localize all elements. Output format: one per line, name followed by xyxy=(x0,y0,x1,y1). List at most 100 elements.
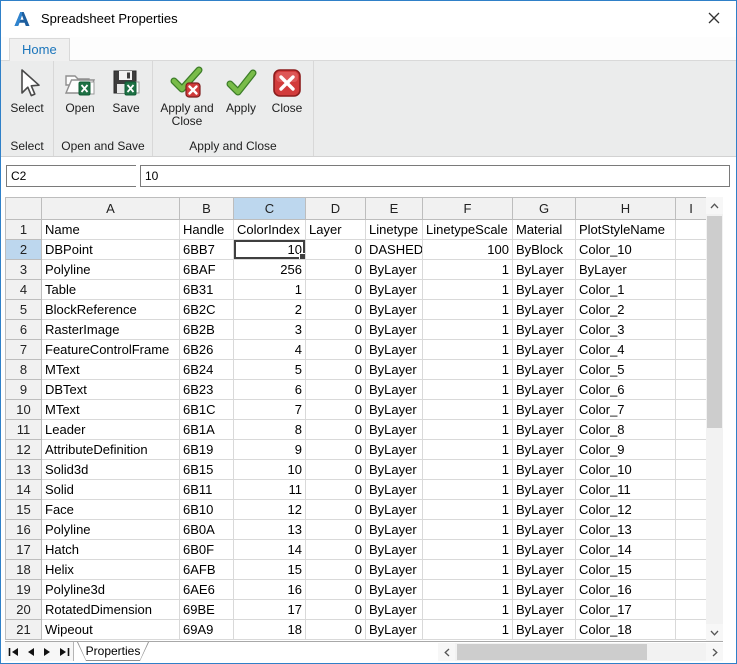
cell-G20[interactable]: ByLayer xyxy=(512,599,576,620)
cell-H20[interactable]: Color_17 xyxy=(575,599,676,620)
close-button[interactable]: Close xyxy=(266,66,308,128)
cell-H12[interactable]: Color_9 xyxy=(575,439,676,460)
cell-G3[interactable]: ByLayer xyxy=(512,259,576,280)
cell-G15[interactable]: ByLayer xyxy=(512,499,576,520)
column-header-C[interactable]: C xyxy=(233,197,306,220)
cell-E5[interactable]: ByLayer xyxy=(365,299,423,320)
cell-D14[interactable]: 0 xyxy=(305,479,366,500)
cell-A12[interactable]: AttributeDefinition xyxy=(41,439,180,460)
cell-B16[interactable]: 6B0A xyxy=(179,519,234,540)
column-header-G[interactable]: G xyxy=(512,197,576,220)
row-header-4[interactable]: 4 xyxy=(5,279,42,300)
cell-E17[interactable]: ByLayer xyxy=(365,539,423,560)
row-header-12[interactable]: 12 xyxy=(5,439,42,460)
scroll-left-icon[interactable] xyxy=(438,643,455,661)
cell-A14[interactable]: Solid xyxy=(41,479,180,500)
cell-C1[interactable]: ColorIndex xyxy=(233,219,306,240)
cell-G19[interactable]: ByLayer xyxy=(512,579,576,600)
cell-F5[interactable]: 1 xyxy=(422,299,513,320)
tab-home[interactable]: Home xyxy=(9,38,70,61)
cell-I2[interactable] xyxy=(675,239,707,260)
cell-B21[interactable]: 69A9 xyxy=(179,619,234,640)
cell-F17[interactable]: 1 xyxy=(422,539,513,560)
apply-and-close-button[interactable]: Apply and Close xyxy=(158,66,216,128)
cell-C3[interactable]: 256 xyxy=(233,259,306,280)
cell-H15[interactable]: Color_12 xyxy=(575,499,676,520)
cell-G12[interactable]: ByLayer xyxy=(512,439,576,460)
cell-I9[interactable] xyxy=(675,379,707,400)
cell-F11[interactable]: 1 xyxy=(422,419,513,440)
cell-H10[interactable]: Color_7 xyxy=(575,399,676,420)
cell-H6[interactable]: Color_3 xyxy=(575,319,676,340)
cell-A19[interactable]: Polyline3d xyxy=(41,579,180,600)
row-header-3[interactable]: 3 xyxy=(5,259,42,280)
formula-input[interactable] xyxy=(140,165,730,187)
cell-C19[interactable]: 16 xyxy=(233,579,306,600)
cell-H1[interactable]: PlotStyleName xyxy=(575,219,676,240)
cell-D16[interactable]: 0 xyxy=(305,519,366,540)
cell-C21[interactable]: 18 xyxy=(233,619,306,640)
cell-A16[interactable]: Polyline xyxy=(41,519,180,540)
row-header-8[interactable]: 8 xyxy=(5,359,42,380)
cell-G17[interactable]: ByLayer xyxy=(512,539,576,560)
cell-E20[interactable]: ByLayer xyxy=(365,599,423,620)
row-header-16[interactable]: 16 xyxy=(5,519,42,540)
row-header-2[interactable]: 2 xyxy=(5,239,42,260)
row-header-19[interactable]: 19 xyxy=(5,579,42,600)
cell-H16[interactable]: Color_13 xyxy=(575,519,676,540)
cell-A15[interactable]: Face xyxy=(41,499,180,520)
cell-D5[interactable]: 0 xyxy=(305,299,366,320)
cell-A8[interactable]: MText xyxy=(41,359,180,380)
cell-D8[interactable]: 0 xyxy=(305,359,366,380)
cell-G1[interactable]: Material xyxy=(512,219,576,240)
cell-F20[interactable]: 1 xyxy=(422,599,513,620)
cell-B2[interactable]: 6BB7 xyxy=(179,239,234,260)
apply-button[interactable]: Apply xyxy=(220,66,262,128)
row-header-5[interactable]: 5 xyxy=(5,299,42,320)
cell-C6[interactable]: 3 xyxy=(233,319,306,340)
row-header-17[interactable]: 17 xyxy=(5,539,42,560)
next-sheet-icon[interactable] xyxy=(39,642,56,661)
cell-I19[interactable] xyxy=(675,579,707,600)
last-sheet-icon[interactable] xyxy=(56,642,73,661)
cell-C7[interactable]: 4 xyxy=(233,339,306,360)
cell-C12[interactable]: 9 xyxy=(233,439,306,460)
column-header-H[interactable]: H xyxy=(575,197,676,220)
cell-B17[interactable]: 6B0F xyxy=(179,539,234,560)
open-button[interactable]: Open xyxy=(59,66,101,115)
cell-I14[interactable] xyxy=(675,479,707,500)
cell-C9[interactable]: 6 xyxy=(233,379,306,400)
cell-D20[interactable]: 0 xyxy=(305,599,366,620)
cell-H7[interactable]: Color_4 xyxy=(575,339,676,360)
cell-G6[interactable]: ByLayer xyxy=(512,319,576,340)
cell-I7[interactable] xyxy=(675,339,707,360)
cell-F21[interactable]: 1 xyxy=(422,619,513,640)
cell-A6[interactable]: RasterImage xyxy=(41,319,180,340)
cell-I13[interactable] xyxy=(675,459,707,480)
horizontal-scrollbar-thumb[interactable] xyxy=(457,644,647,660)
prev-sheet-icon[interactable] xyxy=(22,642,39,661)
cell-H4[interactable]: Color_1 xyxy=(575,279,676,300)
vertical-scrollbar-thumb[interactable] xyxy=(707,216,722,428)
cell-F18[interactable]: 1 xyxy=(422,559,513,580)
row-header-10[interactable]: 10 xyxy=(5,399,42,420)
cell-B5[interactable]: 6B2C xyxy=(179,299,234,320)
sheet-tab-properties[interactable]: Properties xyxy=(77,642,149,661)
cell-B15[interactable]: 6B10 xyxy=(179,499,234,520)
cell-C17[interactable]: 14 xyxy=(233,539,306,560)
cell-C20[interactable]: 17 xyxy=(233,599,306,620)
row-header-15[interactable]: 15 xyxy=(5,499,42,520)
cell-I11[interactable] xyxy=(675,419,707,440)
cell-E3[interactable]: ByLayer xyxy=(365,259,423,280)
cell-H19[interactable]: Color_16 xyxy=(575,579,676,600)
cell-G7[interactable]: ByLayer xyxy=(512,339,576,360)
row-header-1[interactable]: 1 xyxy=(5,219,42,240)
cell-E13[interactable]: ByLayer xyxy=(365,459,423,480)
cell-D12[interactable]: 0 xyxy=(305,439,366,460)
cell-D17[interactable]: 0 xyxy=(305,539,366,560)
cell-C8[interactable]: 5 xyxy=(233,359,306,380)
cell-C16[interactable]: 13 xyxy=(233,519,306,540)
cell-I3[interactable] xyxy=(675,259,707,280)
cell-F19[interactable]: 1 xyxy=(422,579,513,600)
cell-D9[interactable]: 0 xyxy=(305,379,366,400)
